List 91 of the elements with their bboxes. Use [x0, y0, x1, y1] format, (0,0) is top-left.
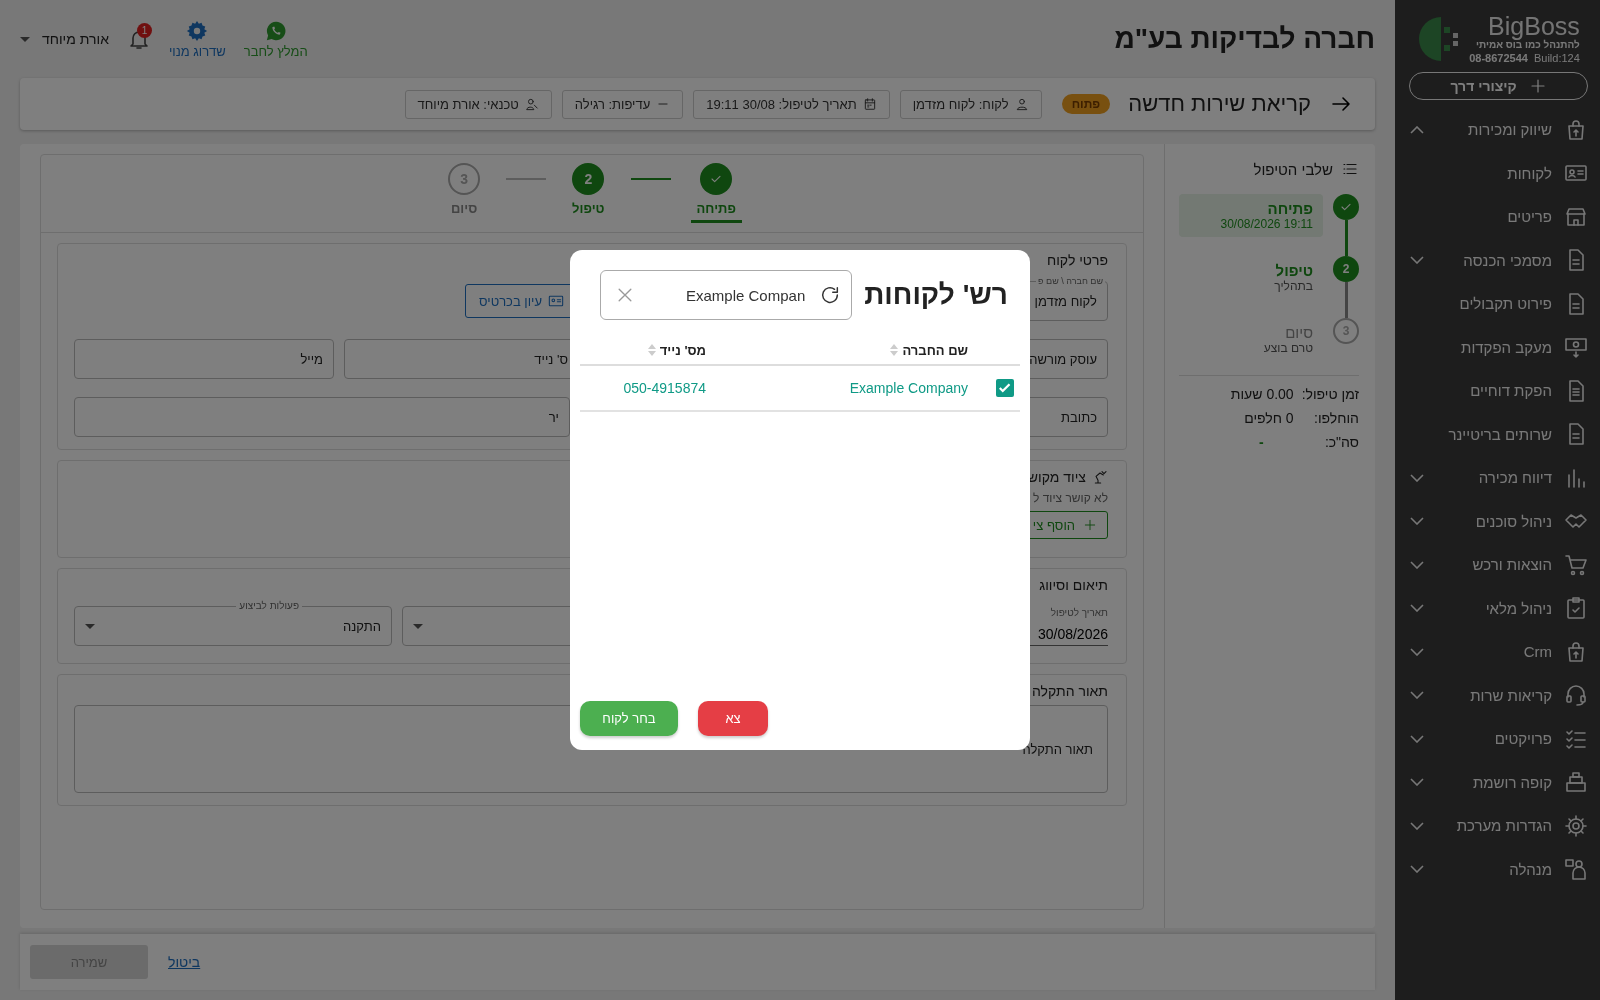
sort-icon	[647, 344, 656, 356]
menu-item[interactable]: מסמכי הכנסה	[1437, 251, 1552, 269]
menu-item[interactable]: הוצאות ורכש	[1437, 556, 1552, 574]
info-chip: לקוח: לקוח מזדמן	[899, 89, 1042, 119]
chevron-down-icon[interactable]	[1410, 821, 1424, 830]
menu-item[interactable]: שיווק ומכירות	[1437, 121, 1552, 139]
menu-item[interactable]: פירוט תקבולים	[1437, 295, 1552, 313]
info-chip: תאריך לטיפול: 30/08 19:11	[693, 89, 890, 119]
clipboard-icon	[1564, 596, 1588, 621]
user-menu[interactable]: אורת מיוחד	[20, 31, 109, 47]
menu-item[interactable]: מעקב הפקדות	[1437, 338, 1552, 356]
headset-icon	[1564, 683, 1588, 708]
menu-item[interactable]: קריאות שרות	[1437, 686, 1552, 704]
technician-icon	[524, 97, 539, 111]
chevron-down-icon[interactable]	[1410, 517, 1424, 526]
column-header[interactable]: שם החברה	[902, 342, 968, 358]
section-title: פרטי לקוח	[1045, 252, 1108, 268]
menu-item[interactable]: פריטים	[1437, 208, 1552, 226]
status-badge: פתוח	[1061, 94, 1111, 114]
step-circle: 2	[572, 163, 605, 195]
row-checkbox[interactable]	[996, 379, 1014, 397]
stat-value: 0.00 שעות	[1230, 386, 1294, 402]
section-title: תאור התקלה	[1031, 683, 1108, 699]
chevron-up-icon[interactable]	[1410, 125, 1424, 134]
menu-item[interactable]: Crm	[1437, 643, 1552, 661]
person-icon	[1564, 857, 1588, 882]
table-cell-text: 050-4915874	[622, 380, 707, 396]
gear-icon	[1564, 813, 1588, 838]
menu-item[interactable]: פרויקטים	[1437, 730, 1552, 748]
cash-register-icon	[1564, 770, 1588, 795]
id-card-icon	[548, 293, 564, 309]
stage-card[interactable]: טיפול בתהליך	[1179, 256, 1323, 299]
empty-message: לא קושר ציוד ל	[1031, 491, 1108, 505]
phone-number: 08-8672544	[1469, 52, 1528, 64]
column-header[interactable]: מס' נייד	[659, 342, 706, 358]
refer-button[interactable]: המלץ לחבר	[243, 19, 308, 59]
stat-value: -	[1257, 434, 1265, 450]
chevron-down-icon[interactable]	[1410, 691, 1424, 700]
chat-bubble-icon	[264, 19, 287, 42]
stages-title: שלבי הטיפול	[1253, 160, 1333, 178]
notification-badge: 1	[136, 23, 152, 38]
chevron-down-icon[interactable]	[1410, 604, 1424, 613]
info-chip: טכנאי: אורת מיוחד	[404, 89, 552, 119]
info-chip: עדיפות: רגילה	[561, 89, 684, 119]
table-cell-text: Example Company	[848, 380, 969, 396]
menu-item[interactable]: שרותים בריטיינר	[1437, 425, 1552, 443]
page-title: קריאת שירות חדשה	[1128, 91, 1311, 117]
chevron-down-icon[interactable]	[1410, 865, 1424, 874]
chevron-down-icon[interactable]	[1410, 473, 1424, 482]
stat-value: 0 חלפים	[1243, 410, 1294, 426]
sort-icon	[890, 344, 899, 356]
robot-arm-icon	[1092, 469, 1108, 485]
stat-label: הוחלפו:	[1313, 410, 1359, 426]
chevron-down-icon[interactable]	[1410, 734, 1424, 743]
check-icon	[999, 383, 1011, 393]
step-circle: 2	[1333, 256, 1359, 282]
text-field[interactable]: יר	[74, 397, 570, 437]
chevron-down-icon[interactable]	[1410, 647, 1424, 656]
stage-card[interactable]: סיום טרם בוצע	[1179, 318, 1323, 361]
select-customer-button[interactable]: בחר לקוח	[580, 701, 678, 736]
company-title: חברה לבדיקות בע"מ	[1114, 23, 1375, 55]
gear-icon	[186, 19, 209, 42]
stat-label: זמן טיפול:	[1301, 386, 1359, 402]
brand-name: BigBoss	[1488, 14, 1580, 39]
menu-item[interactable]: לקוחות	[1437, 164, 1552, 182]
menu-item[interactable]: דיווח מכירה	[1437, 469, 1552, 487]
tagline: להתנהל כמו בוס אמיתי	[1475, 39, 1580, 50]
text-field[interactable]: מייל	[74, 339, 334, 379]
stat-label: סה"כ:	[1323, 434, 1359, 450]
plus-icon	[1083, 518, 1097, 532]
chevron-down-icon[interactable]	[1410, 778, 1424, 787]
menu-item[interactable]: מנהלה	[1437, 860, 1552, 878]
menu-item[interactable]: ניהול סוכנים	[1437, 512, 1552, 530]
cancel-link[interactable]: ביטול	[168, 954, 201, 970]
upgrade-button[interactable]: שדרוג מנוי	[168, 19, 226, 59]
banknote-icon	[1564, 335, 1588, 360]
dialog-title: רש' לקוחות	[864, 279, 1008, 311]
build-number: Build:124	[1533, 52, 1580, 64]
search-field[interactable]: Example Compan	[600, 270, 853, 320]
step-tab[interactable]: פתיחה	[690, 163, 742, 223]
section-title: תיאום וסיווג	[1038, 577, 1108, 593]
person-icon	[1014, 97, 1029, 111]
menu-item[interactable]: ניהול מלאי	[1437, 599, 1552, 617]
calendar-icon	[862, 97, 877, 111]
chevron-down-icon[interactable]	[1410, 560, 1424, 569]
menu-item[interactable]: הגדרות מערכת	[1437, 817, 1552, 835]
menu-item[interactable]: קופה רושמת	[1437, 773, 1552, 791]
exit-button[interactable]: צא	[698, 701, 768, 736]
menu-item[interactable]: הפקת דוחיים	[1437, 382, 1552, 400]
chevron-down-icon[interactable]	[1410, 256, 1424, 265]
cart-icon	[1564, 552, 1588, 577]
